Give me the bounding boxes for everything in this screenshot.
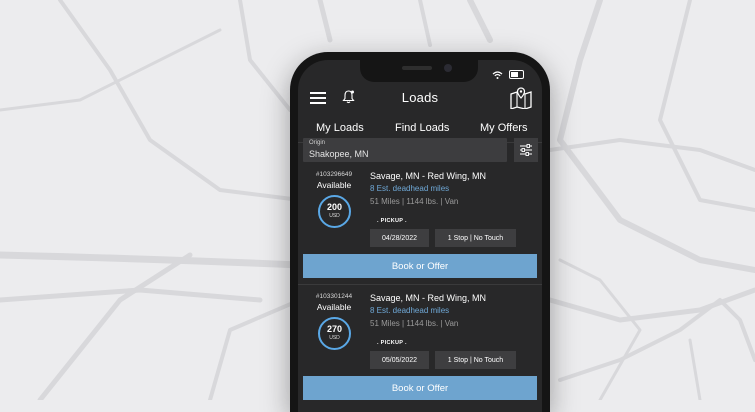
app-header: Loads: [298, 86, 542, 112]
load-card[interactable]: #103301244 Available 270 USD Savage, MN …: [298, 290, 542, 408]
price-currency: USD: [329, 213, 340, 219]
wifi-icon: [492, 70, 503, 79]
price-value: 270: [326, 324, 343, 334]
status-bar: [492, 70, 524, 79]
price-badge: 270 USD: [318, 317, 351, 350]
pickup-date: 04/28/2022: [370, 229, 429, 247]
page-title: Loads: [401, 90, 439, 105]
sliders-icon: [520, 144, 532, 156]
pickup-date: 05/05/2022: [370, 351, 429, 369]
deadhead-text: 8 Est. deadhead miles: [370, 184, 450, 193]
load-id: #103301244: [315, 293, 353, 300]
book-or-offer-button[interactable]: Book or Offer: [303, 376, 537, 400]
origin-input[interactable]: Shakopee, MN: [309, 149, 369, 159]
route-text: Savage, MN - Red Wing, MN: [370, 171, 487, 181]
tab-my-loads[interactable]: My Loads: [316, 122, 364, 134]
route-text: Savage, MN - Red Wing, MN: [370, 293, 487, 303]
price-currency: USD: [329, 335, 340, 341]
phone-notch: [360, 60, 478, 82]
load-details: 51 Miles | 1144 lbs. | Van: [370, 197, 459, 206]
card-divider: [298, 284, 542, 285]
origin-field[interactable]: Origin Shakopee, MN: [303, 138, 507, 162]
price-badge: 200 USD: [318, 195, 351, 228]
pickup-label: . PICKUP .: [377, 340, 407, 346]
front-camera: [444, 64, 452, 72]
load-status: Available: [316, 302, 352, 312]
map-pin-icon[interactable]: [509, 87, 533, 109]
book-or-offer-button[interactable]: Book or Offer: [303, 254, 537, 278]
phone-frame: Loads My Loads Find Loads My Offers Orig…: [290, 52, 550, 412]
load-details: 51 Miles | 1144 lbs. | Van: [370, 319, 459, 328]
tab-my-offers[interactable]: My Offers: [480, 122, 527, 134]
load-id: #103296649: [315, 171, 353, 178]
speaker-grille: [402, 66, 432, 70]
stops-info: 1 Stop | No Touch: [435, 351, 516, 369]
deadhead-text: 8 Est. deadhead miles: [370, 306, 450, 315]
origin-label: Origin: [309, 140, 326, 146]
price-value: 200: [326, 202, 343, 212]
stops-info: 1 Stop | No Touch: [435, 229, 516, 247]
pickup-label: . PICKUP .: [377, 218, 407, 224]
app-screen: Loads My Loads Find Loads My Offers Orig…: [298, 60, 542, 412]
tab-find-loads[interactable]: Find Loads: [378, 122, 467, 142]
load-card[interactable]: #103296649 Available 200 USD Savage, MN …: [298, 168, 542, 286]
battery-icon: [509, 70, 524, 79]
load-status: Available: [316, 180, 352, 190]
filter-button[interactable]: [514, 138, 538, 162]
